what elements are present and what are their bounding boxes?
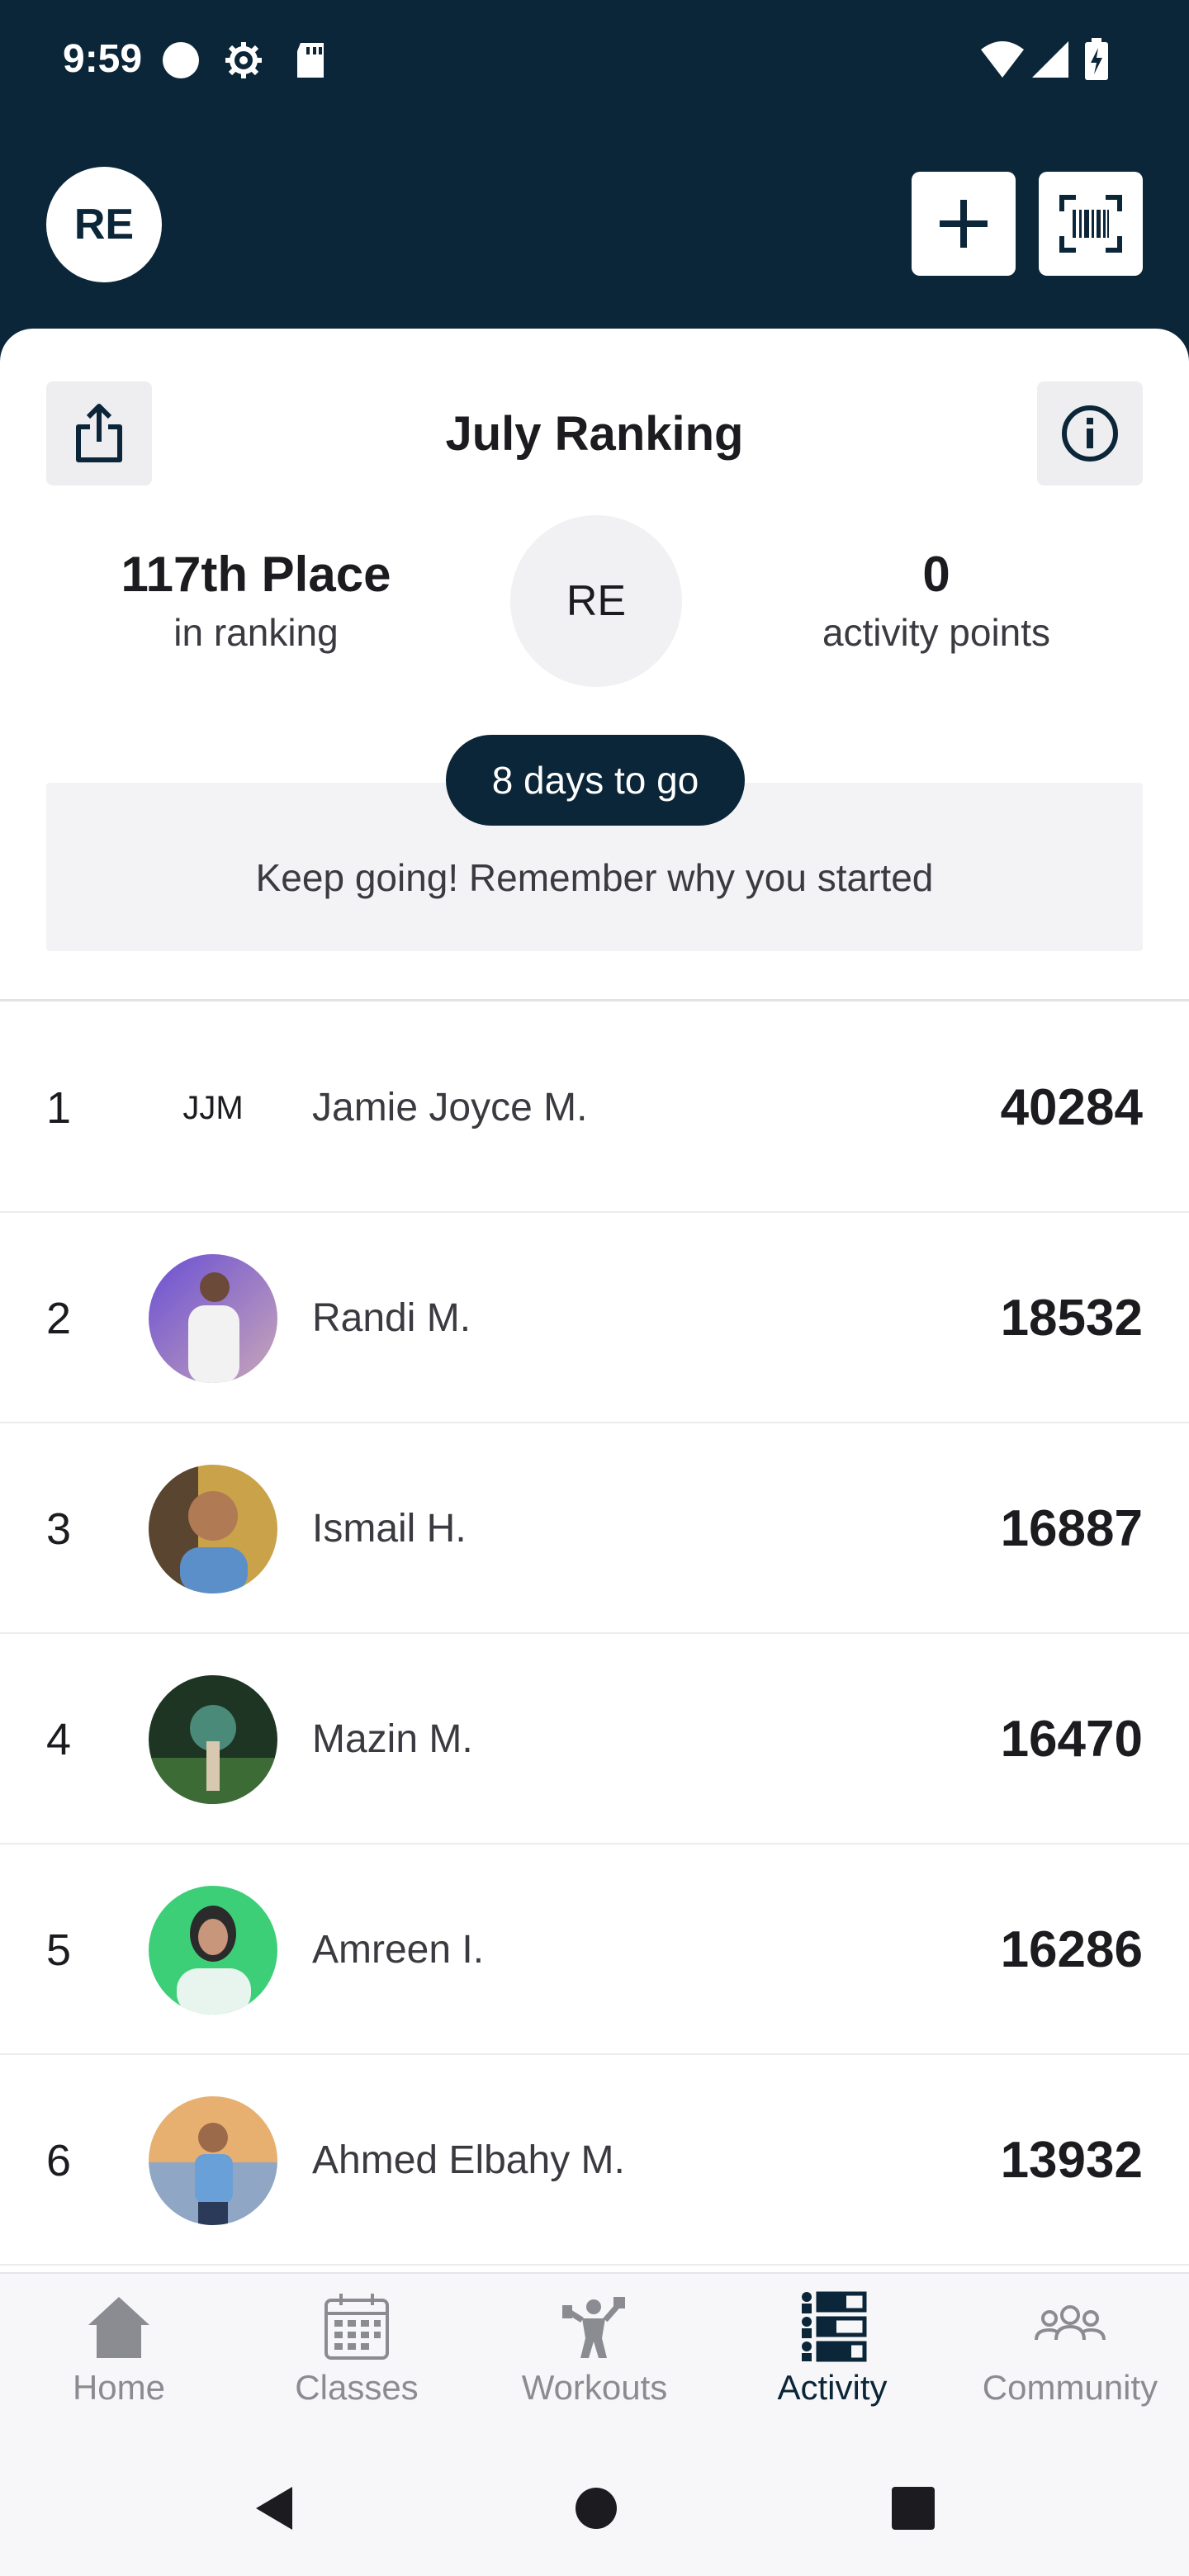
points-stat: 0 activity points: [746, 545, 1126, 657]
leaderboard-row[interactable]: 5 Amreen I. 16286: [0, 1844, 1189, 2055]
profile-avatar[interactable]: RE: [46, 167, 162, 282]
barcode-scan-icon: [1059, 195, 1122, 253]
motivation-text: Keep going! Remember why you started: [255, 856, 934, 899]
home-icon: [88, 2297, 149, 2358]
rank-number: 2: [46, 1293, 72, 1343]
profile-initials: RE: [73, 201, 135, 249]
settings-gear-icon: [225, 42, 262, 78]
plus-icon: [940, 200, 988, 248]
leaderboard-icon: [802, 2291, 867, 2362]
points-value: 0: [922, 547, 950, 602]
rank-score: 16470: [1000, 1711, 1143, 1768]
user-avatar-initials: RE: [566, 577, 627, 625]
home-circle-icon[interactable]: [571, 2484, 621, 2533]
battery-charging-icon: [1085, 38, 1108, 80]
info-icon: [1062, 405, 1118, 462]
rank-number: 5: [46, 1925, 72, 1975]
add-button[interactable]: [912, 172, 1016, 276]
rank-score: 40284: [1000, 1079, 1143, 1136]
nav-label: Activity: [777, 2368, 888, 2407]
rank-number: 6: [46, 2135, 72, 2185]
system-navigation-bar: [0, 2437, 1189, 2576]
user-avatar: RE: [510, 515, 682, 687]
divider: [0, 999, 1189, 1002]
recents-icon[interactable]: [888, 2484, 938, 2533]
nav-home[interactable]: Home: [0, 2289, 238, 2421]
bottom-navigation: Home Classes Workouts Activity Community: [0, 2272, 1189, 2437]
place-value: 117th Place: [121, 547, 391, 602]
status-bar: 9:59: [0, 0, 1189, 124]
rank-score: 16887: [1000, 1500, 1143, 1557]
rank-score: 16286: [1000, 1921, 1143, 1978]
rank-name: Ismail H.: [312, 1507, 467, 1551]
ranking-title: July Ranking: [445, 407, 744, 461]
back-icon[interactable]: [249, 2484, 299, 2533]
days-to-go-badge: 8 days to go: [446, 735, 745, 826]
info-button[interactable]: [1037, 381, 1143, 485]
leaderboard-list: 1 JJM Jamie Joyce M. 40284 2 Randi M. 18…: [0, 1002, 1189, 2266]
sd-card-icon: [297, 43, 324, 78]
nav-classes[interactable]: Classes: [238, 2289, 476, 2421]
nav-label: Workouts: [521, 2368, 668, 2407]
nav-label: Home: [72, 2368, 166, 2407]
status-time: 9:59: [63, 37, 143, 81]
leaderboard-row[interactable]: 3 Ismail H. 16887: [0, 1423, 1189, 1634]
rank-name: Mazin M.: [312, 1717, 473, 1761]
dumbbell-icon: [562, 2297, 625, 2358]
rank-number: 3: [46, 1503, 72, 1554]
rank-name: Randi M.: [312, 1296, 471, 1340]
nav-label: Classes: [295, 2368, 419, 2407]
rank-number: 4: [46, 1714, 72, 1764]
rank-name: Ahmed Elbahy M.: [312, 2138, 625, 2182]
barcode-scan-button[interactable]: [1039, 172, 1143, 276]
rank-score: 13932: [1000, 2132, 1143, 2189]
leaderboard-row[interactable]: 6 Ahmed Elbahy M. 13932: [0, 2055, 1189, 2266]
place-stat: 117th Place in ranking: [66, 545, 446, 657]
place-label: in ranking: [173, 611, 339, 654]
nav-workouts[interactable]: Workouts: [476, 2289, 713, 2421]
user-photo: [149, 1675, 277, 1804]
days-to-go-text: 8 days to go: [491, 759, 699, 802]
rank-score: 18532: [1000, 1290, 1143, 1347]
leaderboard-row[interactable]: 1 JJM Jamie Joyce M. 40284: [0, 1002, 1189, 1213]
nav-community[interactable]: Community: [951, 2289, 1189, 2421]
rank-number: 1: [46, 1082, 72, 1133]
calendar-icon: [324, 2294, 389, 2360]
rank-initials: JJM: [182, 1089, 244, 1126]
wifi-icon: [981, 41, 1024, 78]
user-photo: [149, 1465, 277, 1593]
user-photo: [149, 1886, 277, 2015]
leaderboard-row[interactable]: 4 Mazin M. 16470: [0, 1634, 1189, 1844]
user-photo: [149, 1254, 277, 1383]
nav-label: Community: [982, 2368, 1158, 2407]
rank-name: Amreen I.: [312, 1928, 485, 1972]
people-icon: [1035, 2305, 1106, 2341]
user-photo: [149, 2096, 277, 2225]
nav-activity[interactable]: Activity: [713, 2289, 951, 2421]
points-label: activity points: [822, 611, 1051, 654]
notification-dot-icon: [163, 42, 199, 78]
leaderboard-row[interactable]: 2 Randi M. 18532: [0, 1213, 1189, 1423]
rank-name: Jamie Joyce M.: [312, 1086, 588, 1129]
cell-signal-icon: [1032, 41, 1068, 78]
